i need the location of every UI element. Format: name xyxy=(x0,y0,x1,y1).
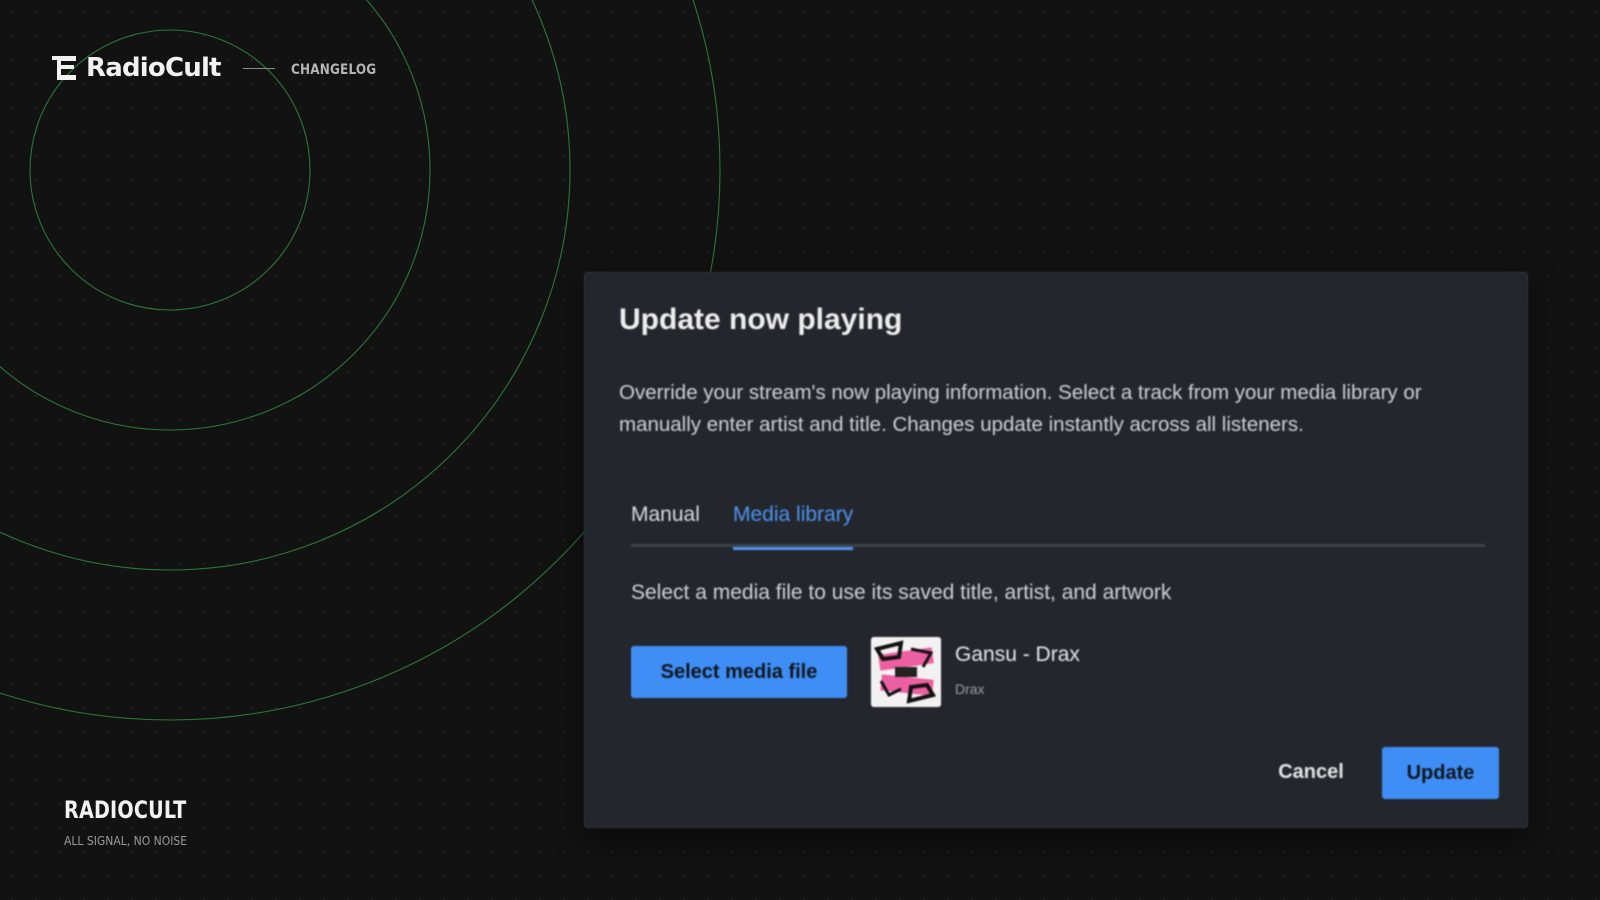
changelog-link[interactable]: CHANGELOG xyxy=(291,62,376,78)
selected-track: Gansu - Drax Drax xyxy=(871,637,1080,707)
update-now-playing-dialog: Update now playing Override your stream'… xyxy=(584,272,1528,828)
radiocult-mark-icon xyxy=(52,56,76,80)
tab-media-library[interactable]: Media library xyxy=(733,503,854,550)
album-artwork-icon xyxy=(871,637,941,707)
page-canvas: RadioCult CHANGELOG RADIOCULT ALL SIGNAL… xyxy=(0,0,1600,900)
media-hint: Select a media file to use its saved tit… xyxy=(631,581,1172,604)
brand-name: RadioCult xyxy=(86,53,221,83)
tab-bar: Manual Media library xyxy=(631,499,1485,550)
track-artist: Drax xyxy=(955,681,985,697)
header-brand: RadioCult CHANGELOG xyxy=(52,52,390,84)
ring-3 xyxy=(0,0,571,571)
track-title: Gansu - Drax xyxy=(955,643,1080,666)
update-button[interactable]: Update xyxy=(1382,747,1499,799)
tab-manual[interactable]: Manual xyxy=(631,503,700,547)
footer-name: RADIOCULT xyxy=(64,796,187,824)
track-info: Gansu - Drax Drax xyxy=(955,643,1080,697)
dialog-description: Override your stream's now playing infor… xyxy=(619,381,1422,436)
footer-tagline: ALL SIGNAL, NO NOISE xyxy=(64,834,188,848)
select-media-file-button[interactable]: Select media file xyxy=(631,646,847,698)
brand-divider xyxy=(242,67,275,69)
artwork-graphic xyxy=(871,637,941,707)
cancel-button[interactable]: Cancel xyxy=(1261,747,1361,797)
dialog-title: Update now playing xyxy=(619,303,903,336)
radiocult-logo[interactable]: RadioCult xyxy=(52,52,221,84)
footer-brand: RADIOCULT ALL SIGNAL, NO NOISE xyxy=(64,796,217,848)
